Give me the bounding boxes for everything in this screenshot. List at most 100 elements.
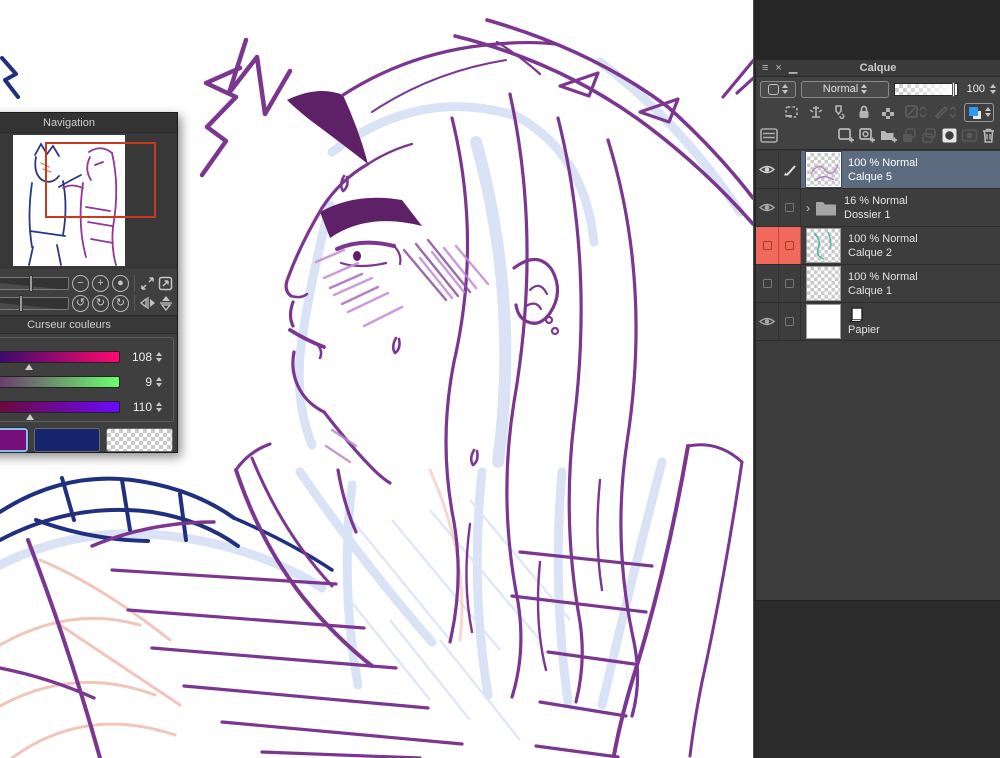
blue-spinner-icon[interactable] bbox=[156, 402, 162, 412]
layers-palette: ≡ × ▁ Calque Normal bbox=[756, 60, 1000, 758]
chevron-updown-icon bbox=[782, 84, 788, 94]
checkbox-icon bbox=[785, 279, 794, 288]
layer-thumbnail[interactable] bbox=[806, 266, 841, 301]
eye-icon bbox=[759, 202, 775, 213]
zoom-reset-button[interactable]: ● bbox=[112, 275, 129, 292]
layer-row-papier[interactable]: Papier bbox=[756, 303, 1000, 341]
layer-color-button[interactable] bbox=[964, 103, 994, 122]
rotate-reset-button[interactable]: ↻ bbox=[112, 295, 129, 312]
apply-mask-icon bbox=[961, 127, 978, 144]
layer-list-view-icon[interactable] bbox=[760, 128, 778, 143]
reference-layer-icon[interactable] bbox=[808, 104, 824, 120]
blue-value[interactable]: 110 bbox=[124, 400, 152, 414]
blue-slider[interactable] bbox=[0, 401, 120, 413]
primary-color-swatch[interactable] bbox=[0, 428, 28, 452]
transparent-color-swatch[interactable] bbox=[106, 428, 173, 452]
pencil-icon bbox=[783, 163, 796, 176]
draft-layer-icon[interactable] bbox=[832, 104, 848, 120]
layers-palette-empty-area bbox=[756, 600, 1000, 758]
layer-row-calque-5[interactable]: 100 % Normal Calque 5 bbox=[756, 151, 1000, 189]
layer-visibility-toggle[interactable] bbox=[756, 227, 779, 264]
right-dock: ≡ × ▁ Calque Normal bbox=[753, 0, 1000, 758]
viewport-rectangle[interactable] bbox=[45, 142, 156, 218]
lock-transparent-pixels-icon[interactable] bbox=[880, 104, 896, 120]
folder-expand-chevron-icon[interactable]: › bbox=[806, 201, 810, 215]
layer-edit-state[interactable] bbox=[779, 265, 801, 302]
zoom-slider[interactable] bbox=[0, 277, 69, 290]
layer-thumbnail[interactable] bbox=[806, 152, 841, 187]
layer-name[interactable]: Papier bbox=[848, 324, 880, 336]
color-slider-header[interactable]: Curseur couleurs bbox=[0, 315, 177, 334]
green-spinner-icon[interactable] bbox=[156, 377, 162, 387]
red-value[interactable]: 108 bbox=[124, 350, 152, 364]
transfer-to-lower-layer-icon bbox=[901, 127, 918, 144]
new-layer-dialog-icon[interactable] bbox=[858, 127, 876, 144]
flip-horizontal-icon[interactable] bbox=[140, 296, 156, 310]
checkbox-icon bbox=[785, 203, 794, 212]
slider-caret-icon[interactable] bbox=[25, 364, 33, 370]
blend-mode-select[interactable]: Normal bbox=[801, 81, 889, 98]
layer-visibility-toggle[interactable] bbox=[756, 151, 779, 188]
color-swatches bbox=[0, 425, 177, 452]
layer-name[interactable]: Calque 2 bbox=[848, 247, 918, 259]
green-value[interactable]: 9 bbox=[124, 375, 152, 389]
checkbox-icon bbox=[763, 241, 772, 250]
layer-name[interactable]: Dossier 1 bbox=[844, 209, 908, 221]
layer-visibility-toggle[interactable] bbox=[756, 303, 779, 340]
layer-name[interactable]: Calque 1 bbox=[848, 285, 918, 297]
green-slider[interactable] bbox=[0, 376, 120, 388]
rotate-slider-handle[interactable] bbox=[19, 295, 23, 312]
layers-palette-title: Calque bbox=[756, 62, 1000, 74]
checkbox-icon bbox=[785, 317, 794, 326]
layer-row-dossier-1[interactable]: › 16 % Normal Dossier 1 bbox=[756, 189, 1000, 227]
layer-edit-state[interactable] bbox=[779, 303, 801, 340]
layer-opacity-value[interactable]: 100 bbox=[963, 83, 985, 95]
red-slider[interactable] bbox=[0, 351, 120, 363]
eye-icon bbox=[759, 164, 775, 175]
navigation-palette: Navigation bbox=[0, 112, 178, 453]
layer-blend-info: 100 % Normal bbox=[848, 271, 918, 283]
zoom-slider-handle[interactable] bbox=[29, 275, 33, 292]
layer-row-calque-2[interactable]: 100 % Normal Calque 2 bbox=[756, 227, 1000, 265]
layer-row-calque-1[interactable]: 100 % Normal Calque 1 bbox=[756, 265, 1000, 303]
zoom-in-button[interactable]: + bbox=[92, 275, 109, 292]
layer-edit-state[interactable] bbox=[779, 189, 801, 226]
create-layer-mask-icon[interactable] bbox=[941, 127, 958, 144]
new-raster-layer-icon[interactable] bbox=[837, 127, 855, 144]
actual-size-icon[interactable] bbox=[158, 276, 173, 291]
navigation-header[interactable]: Navigation bbox=[0, 113, 177, 133]
layer-name[interactable]: Calque 5 bbox=[848, 171, 918, 183]
new-folder-icon[interactable] bbox=[879, 127, 898, 144]
layer-palette-option-button[interactable] bbox=[760, 81, 796, 98]
color-slider-title: Curseur couleurs bbox=[27, 319, 111, 331]
layer-thumbnail[interactable] bbox=[806, 304, 841, 339]
folder-icon bbox=[815, 199, 837, 216]
layer-edit-state[interactable] bbox=[779, 151, 801, 188]
chevron-updown-icon[interactable] bbox=[985, 107, 991, 117]
paper-icon bbox=[848, 307, 864, 322]
layer-opacity-slider[interactable] bbox=[894, 83, 958, 96]
opacity-spinner-icon[interactable] bbox=[990, 84, 996, 94]
navigation-preview[interactable] bbox=[0, 133, 177, 269]
checkbox-icon bbox=[785, 241, 794, 250]
fit-to-screen-icon[interactable] bbox=[140, 276, 155, 291]
checkbox-icon bbox=[763, 279, 772, 288]
layer-visibility-toggle[interactable] bbox=[756, 265, 779, 302]
slider-caret-icon[interactable] bbox=[26, 414, 34, 420]
layer-visibility-toggle[interactable] bbox=[756, 189, 779, 226]
blend-mode-value: Normal bbox=[823, 83, 858, 95]
flip-vertical-icon[interactable] bbox=[159, 295, 173, 311]
rotate-right-button[interactable]: ↻ bbox=[92, 295, 109, 312]
lock-layer-icon[interactable] bbox=[856, 104, 872, 120]
opacity-slider-handle[interactable] bbox=[952, 82, 955, 97]
layer-edit-state[interactable] bbox=[779, 227, 801, 264]
secondary-color-swatch[interactable] bbox=[34, 428, 101, 452]
rotate-left-button[interactable]: ↺ bbox=[72, 295, 89, 312]
rotate-slider[interactable] bbox=[0, 297, 69, 310]
red-spinner-icon[interactable] bbox=[156, 352, 162, 362]
layers-controls: Normal 100 bbox=[756, 77, 1000, 150]
layer-thumbnail[interactable] bbox=[806, 228, 841, 263]
zoom-out-button[interactable]: − bbox=[72, 275, 89, 292]
clip-to-layer-below-icon[interactable] bbox=[784, 104, 800, 120]
delete-layer-icon[interactable] bbox=[981, 127, 996, 144]
